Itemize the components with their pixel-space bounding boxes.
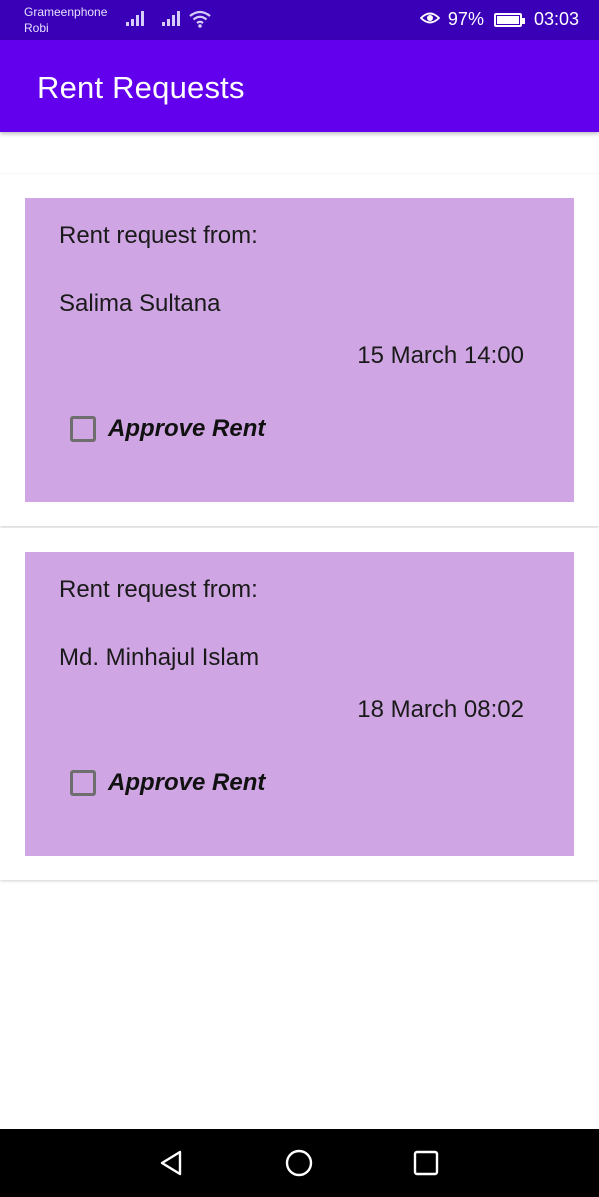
request-datetime: 18 March 08:02: [357, 696, 524, 723]
checkbox-icon[interactable]: [70, 416, 96, 442]
carrier-2: Robi: [24, 21, 49, 35]
approve-rent-checkbox[interactable]: Approve Rent: [70, 769, 265, 797]
request-label: Rent request from:: [59, 222, 258, 249]
request-card: Rent request from: Md. Minhajul Islam 18…: [0, 528, 599, 880]
recents-icon[interactable]: [410, 1147, 442, 1179]
request-label: Rent request from:: [59, 576, 258, 603]
approve-rent-checkbox[interactable]: Approve Rent: [70, 415, 265, 443]
app-bar: Rent Requests: [0, 40, 599, 132]
clock: 03:03: [533, 9, 579, 29]
wifi-icon: [188, 9, 212, 34]
request-card: Rent request from: Salima Sultana 15 Mar…: [0, 174, 599, 526]
requester-name: Md. Minhajul Islam: [59, 644, 260, 671]
carrier-names: Grameenphone Robi: [24, 4, 107, 36]
signal-icon: [126, 10, 146, 31]
requester-name: Salima Sultana: [59, 290, 221, 317]
approve-rent-label[interactable]: Approve Rent: [108, 415, 265, 443]
request-card-body: Rent request from: Salima Sultana 15 Mar…: [25, 198, 574, 502]
battery-percent: 97%: [447, 9, 484, 29]
status-bar: Grameenphone Robi 97% 03:03: [0, 0, 599, 40]
battery-icon: [493, 12, 525, 27]
home-icon[interactable]: [283, 1147, 315, 1179]
eye-icon: [419, 9, 441, 30]
carrier-1: Grameenphone: [24, 5, 108, 19]
request-datetime: 15 March 14:00: [357, 342, 524, 369]
navigation-bar: [0, 1129, 599, 1197]
signal-icon: [162, 10, 182, 31]
back-icon[interactable]: [156, 1147, 188, 1179]
checkbox-icon[interactable]: [70, 770, 96, 796]
page-title: Rent Requests: [37, 70, 245, 105]
status-right: 97% 03:03: [419, 9, 579, 30]
approve-rent-label[interactable]: Approve Rent: [108, 769, 265, 797]
request-card-body: Rent request from: Md. Minhajul Islam 18…: [25, 552, 574, 856]
